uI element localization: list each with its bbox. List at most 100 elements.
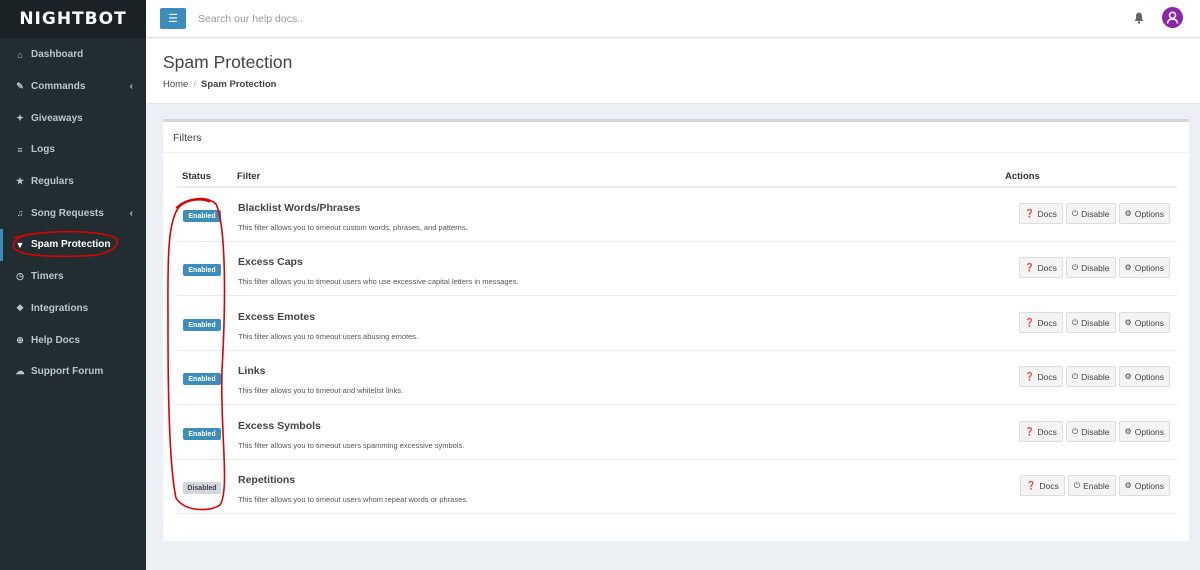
enable-button[interactable]: ⏻ Enable	[1067, 475, 1116, 496]
cogs-icon: ⚙	[1124, 481, 1132, 490]
status-badge: Disabled	[183, 482, 221, 494]
sidebar-item-logs[interactable]: ≡ Logs	[0, 134, 146, 166]
sidebar-item-spam-protection[interactable]: ▼ Spam Protection	[0, 229, 146, 261]
filter-name: Blacklist Words/Phrases	[238, 202, 361, 214]
filter-name: Excess Emotes	[238, 311, 316, 323]
docs-label: Docs	[1037, 317, 1057, 328]
disable-button[interactable]: ⏻ Disable	[1065, 366, 1116, 387]
docs-button[interactable]: ❓ Docs	[1018, 366, 1063, 387]
sidebar-item-integrations[interactable]: ❖ Integrations	[0, 293, 146, 325]
content-header: Spam Protection	[146, 39, 1200, 104]
power-icon: ⏻	[1071, 262, 1079, 272]
page-title: Spam Protection	[163, 52, 293, 72]
nightbot-logo[interactable]: NIGHTBOT	[0, 0, 146, 38]
options-label: Options	[1134, 480, 1164, 491]
question-circle-icon: ❓	[1024, 372, 1035, 381]
cogs-icon: ⚙	[1124, 427, 1132, 436]
filters-box: Filters Status Filter Actions Enabled Bl…	[163, 119, 1189, 541]
options-button[interactable]: ⚙ Options	[1118, 257, 1170, 278]
sidebar-item-dashboard[interactable]: ⌂ Dashboard	[0, 39, 146, 71]
breadcrumb-home-link[interactable]: Home	[163, 79, 188, 90]
column-header-status: Status	[182, 171, 212, 182]
filter-row-excess-symbols: Enabled Excess Symbols This filter allow…	[177, 406, 1177, 460]
status-badge: Enabled	[183, 264, 221, 276]
sidebar-item-label: Support Forum	[31, 366, 104, 378]
docs-label: Docs	[1037, 426, 1057, 437]
sidebar-item-label: Timers	[31, 271, 64, 283]
disable-button[interactable]: ⏻ Disable	[1065, 257, 1116, 278]
filter-name: Links	[238, 365, 266, 377]
question-circle-icon: ❓	[1024, 263, 1035, 272]
hamburger-icon: ☰	[168, 13, 178, 25]
disable-button[interactable]: ⏻ Disable	[1065, 203, 1116, 224]
column-header-filter: Filter	[237, 171, 261, 182]
music-icon: ♫	[16, 208, 24, 219]
toggle-label: Disable	[1081, 262, 1110, 273]
power-icon: ⏻	[1071, 371, 1079, 381]
bell-icon[interactable]	[1133, 12, 1145, 26]
docs-button[interactable]: ❓ Docs	[1020, 475, 1065, 496]
disable-button[interactable]: ⏻ Disable	[1065, 421, 1116, 442]
filter-row-blacklist: Enabled Blacklist Words/Phrases This fil…	[177, 188, 1177, 242]
disable-button[interactable]: ⏻ Disable	[1065, 312, 1116, 333]
sidebar-item-label: Giveaways	[31, 112, 83, 124]
status-badge: Enabled	[183, 319, 221, 331]
toggle-label: Disable	[1081, 426, 1110, 437]
sidebar-item-timers[interactable]: ◷ Timers	[0, 261, 146, 293]
sidebar-item-label: Regulars	[31, 176, 74, 188]
question-circle-icon: ❓	[1024, 318, 1035, 327]
sidebar-item-help-docs[interactable]: ⊕ Help Docs	[0, 324, 146, 356]
docs-button[interactable]: ❓ Docs	[1018, 421, 1063, 442]
options-label: Options	[1134, 208, 1164, 219]
sidebar-item-label: Integrations	[31, 302, 89, 314]
options-label: Options	[1134, 262, 1164, 273]
sidebar-item-regulars[interactable]: ★ Regulars	[0, 166, 146, 198]
breadcrumb-current: Spam Protection	[200, 79, 277, 90]
docs-button[interactable]: ❓ Docs	[1018, 203, 1063, 224]
question-circle-icon: ❓	[1024, 209, 1035, 218]
filter-row-repetitions: Disabled Repetitions This filter allows …	[177, 460, 1177, 514]
options-button[interactable]: ⚙ Options	[1118, 366, 1170, 387]
sidebar-item-label: Commands	[31, 81, 86, 93]
docs-label: Docs	[1037, 371, 1057, 382]
magic-wand-icon: ✎	[16, 81, 24, 92]
sidebar-item-song-requests[interactable]: ♫ Song Requests ‹	[0, 197, 146, 229]
cogs-icon: ⚙	[1124, 318, 1132, 327]
topbar: ☰	[146, 0, 1200, 38]
filter-description: This filter allows you to timeout users …	[238, 332, 419, 341]
user-avatar[interactable]	[1162, 7, 1183, 28]
status-badge: Enabled	[183, 373, 221, 385]
sidebar-toggle-button[interactable]: ☰	[160, 8, 186, 29]
filter-row-excess-emotes: Enabled Excess Emotes This filter allows…	[177, 297, 1177, 351]
options-label: Options	[1134, 317, 1164, 328]
question-circle-icon: ❓	[1026, 481, 1037, 490]
options-button[interactable]: ⚙ Options	[1118, 475, 1170, 496]
options-button[interactable]: ⚙ Options	[1118, 203, 1170, 224]
options-button[interactable]: ⚙ Options	[1118, 312, 1170, 333]
docs-button[interactable]: ❓ Docs	[1018, 312, 1063, 333]
toggle-label: Enable	[1083, 480, 1110, 491]
cogs-icon: ⚙	[1124, 209, 1132, 218]
sidebar-item-label: Logs	[31, 144, 55, 156]
box-title: Filters	[173, 132, 202, 144]
dashboard-icon: ⌂	[17, 49, 23, 60]
docs-button[interactable]: ❓ Docs	[1018, 257, 1063, 278]
sidebar-item-label: Song Requests	[31, 207, 104, 219]
column-header-actions: Actions	[1005, 171, 1040, 182]
toggle-label: Disable	[1081, 208, 1110, 219]
filter-description: This filter allows you to timeout custom…	[238, 223, 468, 232]
sidebar-item-label: Spam Protection	[31, 239, 111, 251]
options-label: Options	[1134, 371, 1164, 382]
filter-description: This filter allows you to timeout users …	[238, 441, 465, 450]
star-icon: ★	[15, 176, 25, 187]
filter-description: This filter allows you to timeout users …	[238, 495, 469, 504]
question-circle-icon: ❓	[1024, 427, 1035, 436]
options-button[interactable]: ⚙ Options	[1118, 421, 1170, 442]
sidebar-item-support-forum[interactable]: ☁ Support Forum	[0, 356, 146, 388]
sidebar-item-giveaways[interactable]: ✦ Giveaways	[0, 102, 146, 134]
sidebar-item-commands[interactable]: ✎ Commands ‹	[0, 71, 146, 103]
status-badge: Enabled	[183, 210, 221, 222]
filter-icon: ▼	[15, 239, 25, 250]
search-input[interactable]	[198, 12, 458, 25]
filter-description: This filter allows you to timeout users …	[238, 277, 519, 286]
